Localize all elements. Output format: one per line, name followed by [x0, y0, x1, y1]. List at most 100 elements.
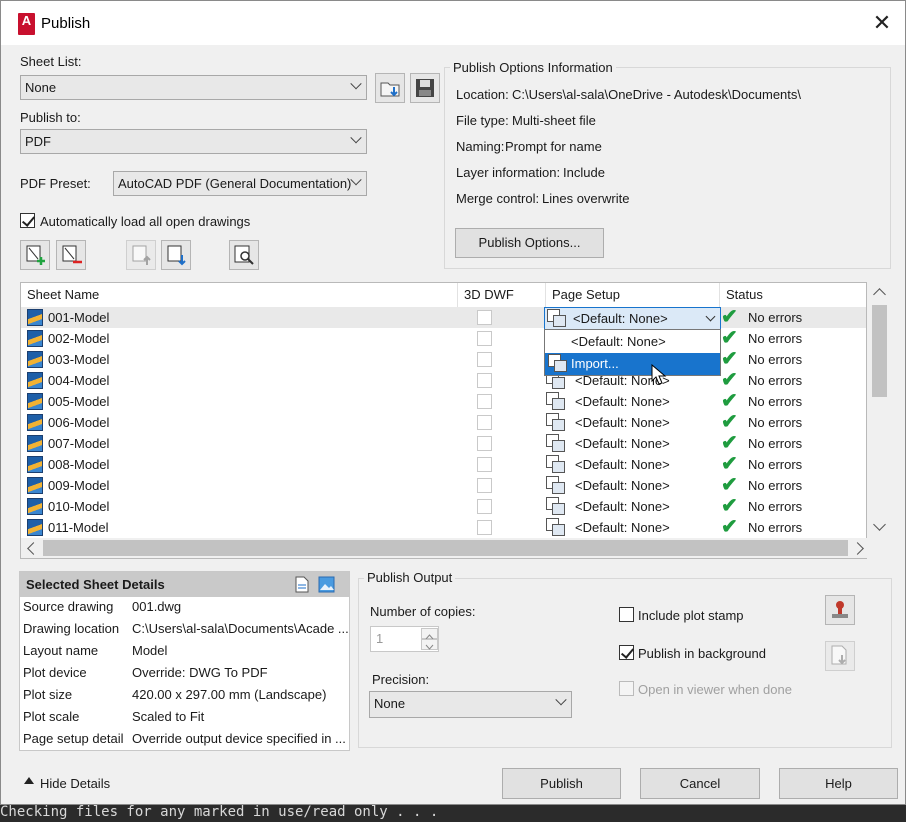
sheet-icon	[27, 435, 43, 452]
column-header-3d-dwf[interactable]: 3D DWF	[458, 283, 546, 307]
3d-dwf-checkbox[interactable]	[477, 478, 492, 493]
page-setup-value[interactable]: <Default: None>	[575, 496, 670, 517]
move-sheet-up-button[interactable]	[126, 240, 156, 270]
table-row[interactable]: 002-Model ✔ No errors	[21, 328, 866, 349]
pdf-preset-select[interactable]: AutoCAD PDF (General Documentation)	[113, 171, 367, 196]
page-setup-value[interactable]: <Default: None>	[575, 517, 670, 538]
status-value: No errors	[748, 331, 803, 346]
page-setup-value[interactable]: <Default: None>	[575, 454, 670, 475]
table-row[interactable]: 009-Model <Default: None> ✔ No errors	[21, 475, 866, 496]
detail-row: Layout name Model	[20, 640, 349, 662]
cancel-button[interactable]: Cancel	[640, 768, 760, 799]
3d-dwf-checkbox[interactable]	[477, 499, 492, 514]
3d-dwf-checkbox[interactable]	[477, 310, 492, 325]
publish-button[interactable]: Publish	[502, 768, 621, 799]
stepper-up-button[interactable]	[421, 628, 438, 640]
remove-sheets-button[interactable]	[56, 240, 86, 270]
table-row[interactable]: 003-Model ✔ No errors	[21, 348, 866, 370]
publish-options-info-title: Publish Options Information	[450, 60, 616, 75]
table-row[interactable]: 004-Model <Default: None> ✔ No errors	[21, 369, 866, 391]
sheet-name: 010-Model	[48, 499, 110, 514]
plot-stamp-checkbox[interactable]	[619, 607, 634, 622]
close-icon[interactable]: ✕	[867, 11, 897, 37]
plot-stamp-settings-button[interactable]	[825, 595, 855, 625]
sheet-details-icon[interactable]	[294, 576, 310, 593]
3d-dwf-checkbox[interactable]	[477, 436, 492, 451]
sheet-icon	[27, 393, 43, 410]
scroll-down-icon[interactable]	[873, 518, 886, 531]
table-row[interactable]: 010-Model <Default: None> ✔ No errors	[21, 496, 866, 517]
page-setup-icon	[546, 518, 566, 537]
vertical-scroll-thumb[interactable]	[872, 305, 887, 397]
check-icon: ✔	[721, 348, 738, 370]
3d-dwf-checkbox[interactable]	[477, 520, 492, 535]
status-value: No errors	[748, 352, 803, 367]
page-setup-icon	[546, 455, 566, 474]
status-value: No errors	[748, 436, 803, 451]
column-header-page-setup[interactable]: Page Setup	[546, 283, 720, 307]
scroll-up-icon[interactable]	[873, 288, 886, 301]
page-setup-value[interactable]: <Default: None>	[575, 412, 670, 433]
save-sheet-list-button[interactable]	[410, 73, 440, 103]
precision-select[interactable]: None	[369, 691, 572, 718]
page-setup-select[interactable]: <Default: None>	[544, 307, 721, 330]
table-row[interactable]: 008-Model <Default: None> ✔ No errors	[21, 454, 866, 475]
title-bar: A Publish ✕	[1, 1, 905, 45]
page-setup-value[interactable]: <Default: None>	[575, 475, 670, 496]
page-setup-icon	[546, 392, 566, 411]
triangle-up-icon[interactable]	[24, 777, 34, 784]
check-icon: ✔	[721, 369, 738, 391]
3d-dwf-checkbox[interactable]	[477, 373, 492, 388]
auto-load-checkbox[interactable]	[20, 213, 35, 228]
table-row[interactable]: 001-Model ✔ No errors	[21, 307, 866, 328]
sheet-name: 006-Model	[48, 415, 110, 430]
copies-stepper[interactable]: 1	[370, 626, 439, 652]
publish-background-checkbox[interactable]	[619, 645, 634, 660]
open-viewer-checkbox[interactable]	[619, 681, 634, 696]
details-header: Selected Sheet Details	[20, 572, 349, 597]
3d-dwf-checkbox[interactable]	[477, 394, 492, 409]
table-row[interactable]: 011-Model <Default: None> ✔ No errors	[21, 517, 866, 538]
pdf-preset-label: PDF Preset:	[20, 176, 91, 191]
help-button[interactable]: Help	[779, 768, 898, 799]
preview-image-icon[interactable]	[318, 576, 335, 593]
publish-options-button[interactable]: Publish Options...	[455, 228, 604, 258]
selected-sheet-details-panel: Selected Sheet Details Source drawing 001…	[19, 571, 350, 751]
status-value: No errors	[748, 373, 803, 388]
page-setup-value[interactable]: <Default: None>	[575, 391, 670, 412]
details-title: Selected Sheet Details	[26, 577, 165, 592]
detail-key: Drawing location	[23, 621, 120, 636]
page-setup-value[interactable]: <Default: None>	[575, 433, 670, 454]
column-header-sheet-name[interactable]: Sheet Name	[21, 283, 458, 307]
detail-value: 001.dwg	[132, 599, 182, 614]
preview-button[interactable]	[229, 240, 259, 270]
file-type-label: File type:	[456, 113, 509, 128]
dropdown-option-import[interactable]: Import...	[545, 353, 720, 375]
sheet-list-vertical-scrollbar[interactable]	[871, 283, 888, 537]
table-row[interactable]: 006-Model <Default: None> ✔ No errors	[21, 412, 866, 433]
move-sheet-down-button[interactable]	[161, 240, 191, 270]
save-icon	[416, 79, 434, 97]
detail-value: C:\Users\al-sala\Documents\Acade ...	[132, 621, 348, 636]
hide-details-link[interactable]: Hide Details	[40, 776, 110, 791]
stepper-down-button[interactable]	[421, 639, 438, 650]
table-row[interactable]: 005-Model <Default: None> ✔ No errors	[21, 391, 866, 412]
3d-dwf-checkbox[interactable]	[477, 352, 492, 367]
dropdown-option-default[interactable]: <Default: None>	[545, 331, 720, 353]
scroll-left-icon[interactable]	[27, 542, 40, 555]
chevron-down-icon	[705, 311, 716, 322]
background-settings-button[interactable]	[825, 641, 855, 671]
publish-to-select[interactable]: PDF	[20, 129, 367, 154]
3d-dwf-checkbox[interactable]	[477, 415, 492, 430]
3d-dwf-checkbox[interactable]	[477, 457, 492, 472]
table-row[interactable]: 007-Model <Default: None> ✔ No errors	[21, 433, 866, 454]
detail-row: Source drawing 001.dwg	[20, 596, 349, 618]
horizontal-scroll-thumb[interactable]	[43, 540, 848, 556]
scroll-right-icon[interactable]	[851, 542, 864, 555]
load-sheet-list-button[interactable]	[375, 73, 405, 103]
3d-dwf-checkbox[interactable]	[477, 331, 492, 346]
sheet-list-horizontal-scrollbar[interactable]	[21, 538, 868, 558]
add-sheets-button[interactable]	[20, 240, 50, 270]
sheet-list-select[interactable]: None	[20, 75, 367, 100]
column-header-status[interactable]: Status	[720, 283, 866, 307]
